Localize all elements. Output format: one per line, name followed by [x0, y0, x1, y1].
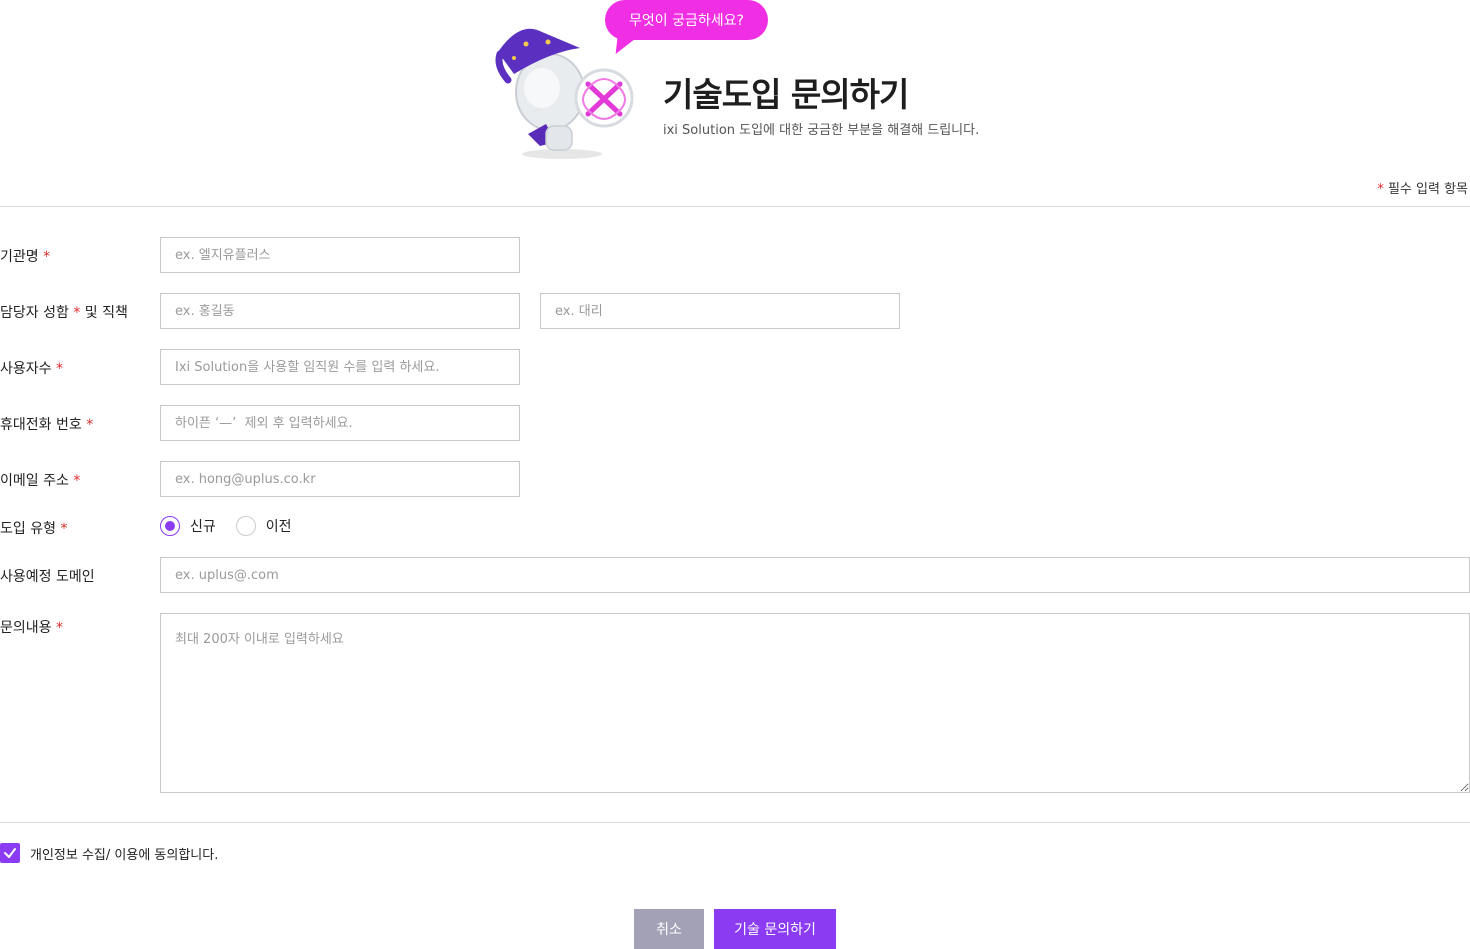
radio-new-label[interactable]: 신규: [190, 516, 216, 536]
submit-inquiry-button[interactable]: 기술 문의하기: [714, 909, 836, 949]
users-count-input[interactable]: [160, 349, 520, 385]
check-icon: [4, 848, 16, 858]
radio-selected-dot: [165, 521, 175, 531]
required-star: *: [73, 305, 81, 321]
page-header: 무엇이 궁금하세요? 기술도입 문의하기 ixi Solution 도입에 대한…: [0, 0, 1470, 170]
required-star: *: [1377, 182, 1384, 197]
org-name-label: 기관명 *: [0, 246, 50, 266]
cancel-button[interactable]: 취소: [634, 909, 704, 949]
email-label: 이메일 주소 *: [0, 470, 80, 490]
top-divider: [0, 206, 1470, 207]
org-name-label-text: 기관명: [0, 249, 39, 265]
page-subtitle: ixi Solution 도입에 대한 궁금한 부분을 해결해 드립니다.: [663, 123, 980, 138]
required-star: *: [73, 473, 81, 489]
domain-input[interactable]: [160, 557, 1470, 593]
privacy-agree-label[interactable]: 개인정보 수집/ 이용에 동의합니다.: [30, 844, 218, 863]
bottom-divider: [0, 822, 1470, 823]
radio-migrate-label[interactable]: 이전: [266, 516, 292, 536]
phone-label-text: 휴대전화 번호: [0, 417, 82, 433]
inquiry-label: 문의내용 *: [0, 617, 63, 637]
page-title: 기술도입 문의하기: [663, 75, 909, 114]
required-note-label: 필수 입력 항목: [1387, 182, 1468, 197]
phone-input[interactable]: [160, 405, 520, 441]
required-fields-note: * 필수 입력 항목: [1377, 178, 1468, 197]
email-input[interactable]: [160, 461, 520, 497]
radio-migrate[interactable]: [235, 516, 256, 536]
domain-label: 사용예정 도메인: [0, 566, 95, 586]
required-star: *: [55, 620, 63, 636]
speech-bubble: 무엇이 궁금하세요?: [605, 0, 768, 40]
contact-position-input[interactable]: [540, 293, 900, 329]
privacy-agreement: 개인정보 수집/ 이용에 동의합니다.: [0, 843, 218, 863]
required-star: *: [55, 361, 63, 377]
users-label: 사용자수 *: [0, 358, 63, 378]
intro-type-radio-group: 신규 이전: [160, 516, 312, 536]
intro-type-label: 도입 유형 *: [0, 518, 67, 538]
inquiry-label-text: 문의내용: [0, 620, 52, 636]
email-label-text: 이메일 주소: [0, 473, 69, 489]
org-name-input[interactable]: [160, 237, 520, 273]
inquiry-textarea[interactable]: [160, 613, 1470, 793]
phone-label: 휴대전화 번호 *: [0, 414, 93, 434]
required-star: *: [86, 417, 94, 433]
contact-label: 담당자 성함 * 및 직책: [0, 302, 128, 322]
intro-type-label-text: 도입 유형: [0, 521, 56, 537]
position-label-text: 및 직책: [84, 305, 128, 321]
users-label-text: 사용자수: [0, 361, 52, 377]
domain-label-text: 사용예정 도메인: [0, 569, 95, 585]
contact-name-input[interactable]: [160, 293, 520, 329]
required-star: *: [43, 249, 51, 265]
required-star: *: [60, 521, 68, 537]
privacy-agree-checkbox[interactable]: [0, 843, 20, 863]
contact-label-text: 담당자 성함: [0, 305, 69, 321]
radio-new[interactable]: [160, 516, 180, 536]
